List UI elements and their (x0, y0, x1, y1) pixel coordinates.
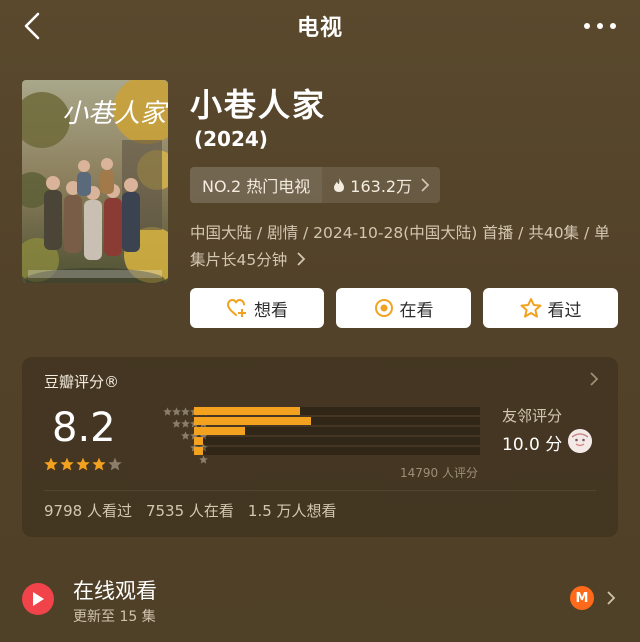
star-filled-icon (44, 457, 58, 471)
distribution-bar-4 (194, 417, 480, 425)
heat-indicator: 163.2万 (322, 167, 441, 203)
distribution-bar-3 (194, 427, 480, 435)
distribution-bar-fill (194, 407, 300, 415)
distribution-bar-fill (194, 427, 246, 435)
play-icon[interactable] (22, 583, 54, 615)
watched-label: 看过 (547, 300, 582, 321)
watching-label: 在看 (399, 300, 434, 321)
online-watch-subtitle: 更新至 15 集 (73, 609, 156, 625)
friend-rating-label: 友邻评分 (502, 407, 563, 425)
chevron-right-icon (590, 372, 599, 386)
distribution-bar-1 (194, 447, 480, 455)
page: 电视 小巷人家 小巷人家 (2024) NO.2 热门电视 163.2万 中国大… (0, 0, 640, 642)
star-small-icon (172, 418, 181, 428)
rating-count: 14790 人评分 (400, 466, 478, 480)
show-title: 小巷人家 (190, 86, 327, 124)
distribution-bars (194, 405, 480, 457)
rating-title: 豆瓣评分® (44, 373, 120, 391)
want-button[interactable]: 想看 (190, 288, 324, 328)
star-empty-icon (108, 457, 122, 471)
stat-watching[interactable]: 7535 人在看 (146, 500, 234, 521)
divider (44, 490, 596, 491)
watched-button[interactable]: 看过 (483, 288, 618, 328)
nav-bar: 电视 (0, 0, 640, 52)
platform-logo-icon[interactable]: M (570, 586, 594, 610)
rating-stats: 9798 人看过 7535 人在看 1.5 万人想看 (44, 500, 337, 521)
chevron-right-icon (297, 252, 306, 266)
stat-watched[interactable]: 9798 人看过 (44, 500, 132, 521)
star-small-icon (181, 406, 190, 416)
distribution-bar-fill (194, 437, 203, 445)
star-filled-icon (76, 457, 90, 471)
star-small-icon (181, 430, 190, 440)
flame-icon (334, 178, 345, 192)
show-meta[interactable]: 中国大陆 / 剧情 / 2024-10-28(中国大陆) 首播 / 共40集 /… (190, 220, 620, 274)
rank-chip[interactable]: NO.2 热门电视 163.2万 (190, 167, 441, 203)
want-label: 想看 (254, 300, 288, 321)
star-small-icon (163, 406, 172, 416)
distribution-bar-fill (194, 447, 203, 455)
rating-score: 8.2 (52, 405, 116, 451)
watching-button[interactable]: 在看 (336, 288, 471, 328)
meta-text: 中国大陆 / 剧情 / 2024-10-28(中国大陆) 首播 / 共40集 /… (190, 224, 610, 269)
star-small-icon (172, 406, 181, 416)
star-small-icon (181, 418, 190, 428)
heat-value: 163.2万 (350, 177, 413, 196)
distribution-bar-2 (194, 437, 480, 445)
star-filled-icon (60, 457, 74, 471)
star-filled-icon (92, 457, 106, 471)
poster-image[interactable]: 小巷人家 (22, 80, 168, 283)
distribution-bar-fill (194, 417, 312, 425)
friend-rating-score: 10.0 分 (502, 435, 563, 455)
star-outline-icon (520, 298, 541, 318)
avatar[interactable] (568, 429, 592, 453)
more-dots-icon[interactable] (582, 14, 618, 38)
poster-title-lettering: 小巷人家 (62, 99, 168, 129)
online-watch-title[interactable]: 在线观看 (73, 575, 157, 605)
page-title: 电视 (296, 16, 343, 41)
rating-card[interactable]: 豆瓣评分® 8.2 14790 人评分 友邻评分 10.0 分 9798 人看过… (22, 357, 618, 537)
rank-label: NO.2 热门电视 (190, 167, 323, 203)
score-stars (44, 457, 122, 471)
show-year: (2024) (194, 127, 268, 151)
heart-plus-icon (226, 298, 246, 317)
distribution-bar-5 (194, 407, 480, 415)
chevron-right-icon[interactable] (605, 590, 617, 606)
chevron-right-icon (421, 178, 430, 192)
stat-want[interactable]: 1.5 万人想看 (248, 500, 337, 521)
target-icon (374, 299, 393, 317)
